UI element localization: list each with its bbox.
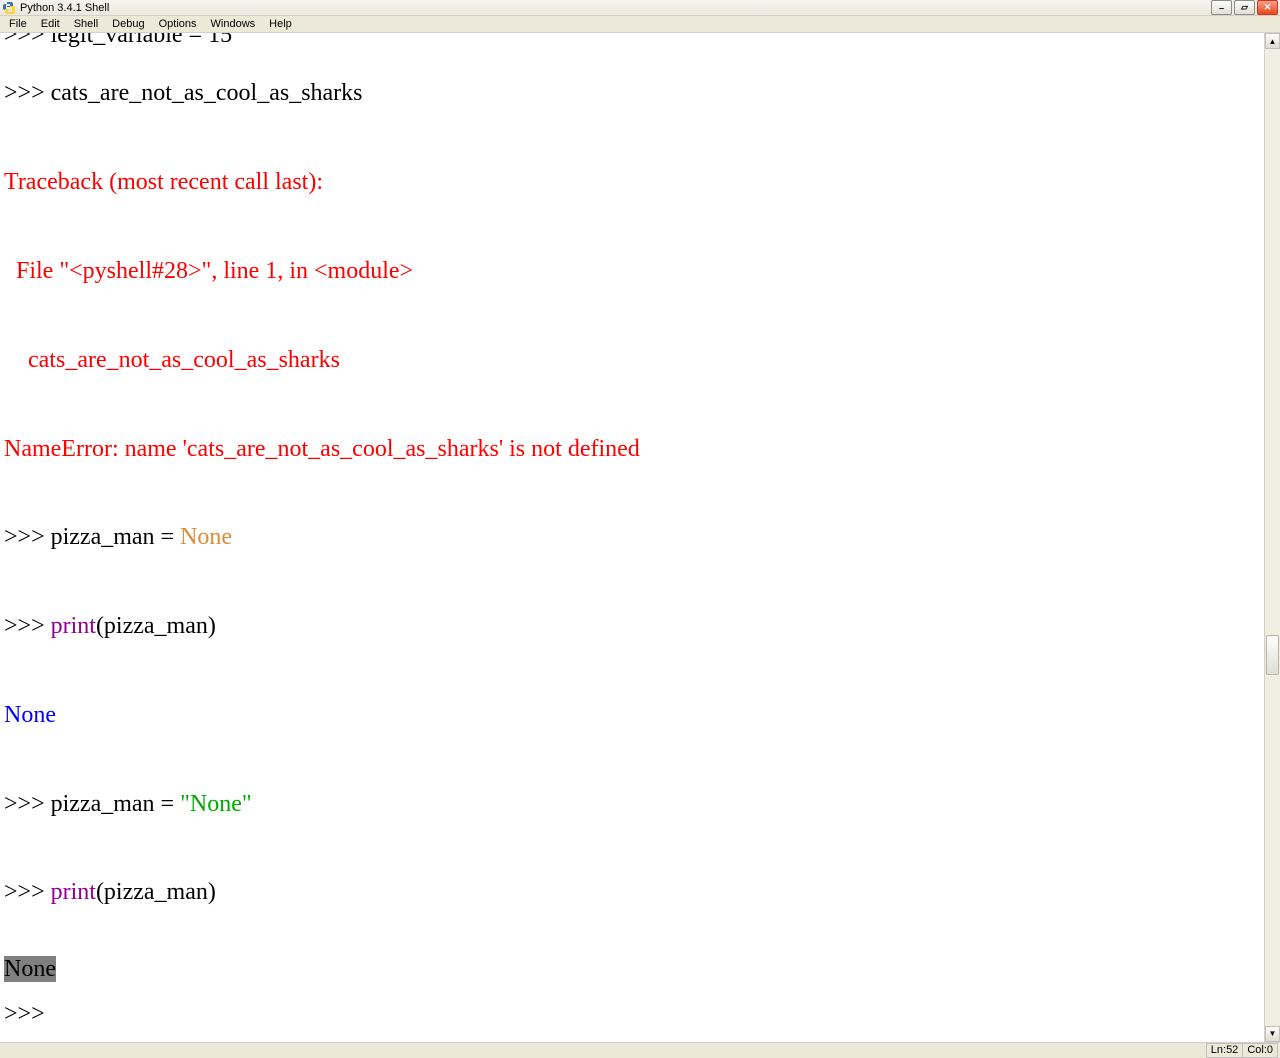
prompt: >>> [4,613,51,639]
shell-line: pizza_man = [51,791,180,817]
shell-line: cats_are_not_as_cool_as_sharks [51,80,363,106]
shell-line: legit_variable = 15 [51,33,232,48]
status-bar: Ln: 52 Col: 0 [0,1042,1280,1058]
traceback-line: File "<pyshell#28>", line 1, in <module> [4,258,413,284]
prompt: >>> [4,33,51,48]
close-button[interactable]: ✕ [1257,0,1278,15]
status-line: Ln: 52 [1206,1043,1244,1058]
shell-line: pizza_man = [51,524,180,550]
string-literal: "None" [180,791,252,817]
builtin-func: print [51,879,96,905]
menu-bar: File Edit Shell Debug Options Windows He… [0,16,1280,33]
shell-line: (pizza_man) [96,613,216,639]
scroll-down-button[interactable]: ▼ [1265,1026,1280,1042]
prompt: >>> [4,879,51,905]
menu-edit[interactable]: Edit [34,16,67,32]
shell-output: None [4,702,56,728]
menu-file[interactable]: File [2,16,34,32]
window-title: Python 3.4.1 Shell [20,2,1211,14]
traceback-line: NameError: name 'cats_are_not_as_cool_as… [4,436,640,462]
scroll-up-button[interactable]: ▲ [1265,33,1280,49]
menu-shell[interactable]: Shell [67,16,105,32]
prompt: >>> [4,524,51,550]
scroll-track[interactable] [1265,49,1280,1026]
shell-text-area[interactable]: >>> legit_variable = 15 >>> cats_are_not… [0,33,1264,1042]
shell-output-highlighted: None [4,956,56,982]
minimize-button[interactable]: – [1211,0,1232,15]
traceback-line: Traceback (most recent call last): [4,169,323,195]
prompt: >>> [4,791,51,817]
prompt: >>> [4,1001,51,1027]
shell-line: (pizza_man) [96,879,216,905]
menu-windows[interactable]: Windows [204,16,263,32]
maximize-button[interactable]: ▱ [1234,0,1255,15]
window-controls: – ▱ ✕ [1211,0,1278,15]
menu-options[interactable]: Options [152,16,204,32]
window-titlebar: Python 3.4.1 Shell – ▱ ✕ [0,0,1280,16]
builtin-func: print [51,613,96,639]
status-col: Col: 0 [1242,1043,1278,1058]
menu-debug[interactable]: Debug [105,16,151,32]
prompt: >>> [4,80,51,106]
traceback-line: cats_are_not_as_cool_as_sharks [4,347,340,373]
content-area: >>> legit_variable = 15 >>> cats_are_not… [0,33,1280,1042]
menu-help[interactable]: Help [262,16,299,32]
vertical-scrollbar[interactable]: ▲ ▼ [1264,33,1280,1042]
scroll-thumb[interactable] [1266,635,1279,675]
none-keyword: None [180,524,232,550]
python-icon [2,1,16,15]
